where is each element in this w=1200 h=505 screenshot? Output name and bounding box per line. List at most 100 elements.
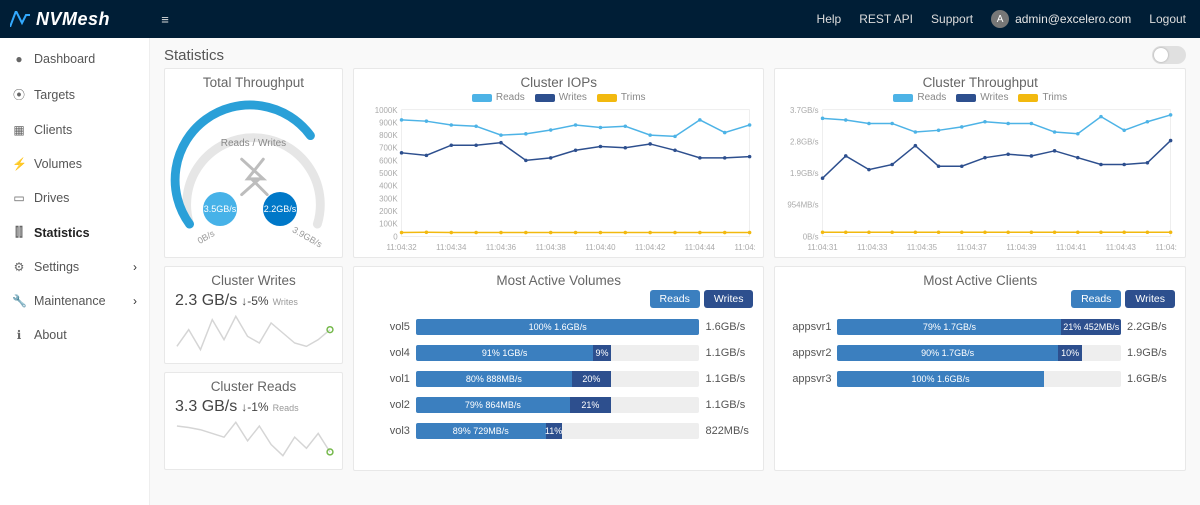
bar-value: 1.6GB/s [1127,373,1175,385]
sidebar-item-clients[interactable]: ▦Clients [0,113,149,147]
help-link[interactable]: Help [817,12,842,26]
svg-text:11:04:45: 11:04:45 [1156,243,1177,252]
svg-text:11:04:37: 11:04:37 [957,243,987,252]
bar-seg-reads: 80% 888MB/s [416,371,572,387]
page-title: Statistics [164,47,224,64]
sidebar-item-label: Targets [34,88,75,102]
sidebar-item-settings[interactable]: ⚙ Settings › [0,250,149,284]
sidebar-item-label: About [34,328,67,342]
bar-track: 100% 1.6GB/s [416,319,700,335]
svg-text:900K: 900K [379,118,398,127]
bar-track: 79% 864MB/s21% [416,397,700,413]
panel-title: Most Active Volumes [354,267,764,290]
bar-label: vol2 [364,399,410,411]
svg-text:11:04:33: 11:04:33 [858,243,889,252]
sidebar-item-statistics[interactable]: ⫿⫿ Statistics [0,215,149,250]
svg-text:11:04:44: 11:04:44 [685,243,716,252]
bar-seg-reads: 89% 729MB/s [416,423,546,439]
bar-label: vol1 [364,373,410,385]
svg-text:11:04:46: 11:04:46 [734,243,755,252]
bar-value: 1.1GB/s [705,347,753,359]
svg-text:11:04:34: 11:04:34 [436,243,467,252]
panel-total-throughput: Total Throughput Reads / Writes 3.5GB/s … [164,68,343,258]
svg-text:11:04:41: 11:04:41 [1057,243,1088,252]
svg-text:200K: 200K [379,207,398,216]
sidebar-item-maintenance[interactable]: 🔧Maintenance› [0,284,149,318]
logout-link[interactable]: Logout [1149,12,1186,26]
bar-value: 822MB/s [705,425,753,437]
bar-seg-writes: 20% [572,371,611,387]
topbar: NVMesh ≡ Help REST API Support A admin@e… [0,0,1200,38]
sidebar-item-label: Settings [34,260,79,274]
main: Statistics Total Throughput Reads / Writ… [150,38,1200,505]
panel-active-volumes: Most Active Volumes Reads Writes vol5 100… [353,266,765,471]
panel-cluster-iops: Cluster IOPs Reads Writes Trims 1000K900… [353,68,765,258]
bar-track: 79% 1.7GB/s21% 452MB/s [837,319,1121,335]
statistics-icon: ⫿⫿ [12,225,26,240]
live-toggle[interactable] [1152,46,1186,64]
gauge: Reads / Writes 3.5GB/s 2.2GB/s 0B/s 3.9G… [165,92,342,252]
gauge-reads-bubble: 3.5GB/s [203,192,237,226]
sidebar-item-targets[interactable]: ⦿ Targets [0,76,149,113]
bar-label: appsvr1 [785,321,831,333]
sidebar-item-dashboard[interactable]: ●Dashboard [0,42,149,76]
writes-toggle-btn[interactable]: Writes [704,290,754,308]
bar-track: 100% 1.6GB/s [837,371,1121,387]
panel-title: Cluster IOPs [354,69,764,92]
bar-label: appsvr2 [785,347,831,359]
svg-text:11:04:38: 11:04:38 [536,243,567,252]
writes-toggle-btn[interactable]: Writes [1125,290,1175,308]
svg-text:11:04:36: 11:04:36 [486,243,517,252]
panel-cluster-writes: Cluster Writes 2.3 GB/s ↓-5% Writes [164,266,343,364]
chevron-right-icon: › [133,260,137,274]
bar-row: appsvr1 79% 1.7GB/s21% 452MB/s 2.2GB/s [775,314,1185,340]
bar-track: 80% 888MB/s20% [416,371,700,387]
svg-text:0B/s: 0B/s [803,232,819,241]
sidebar-item-label: Volumes [34,157,82,171]
svg-text:11:04:32: 11:04:32 [386,243,416,252]
svg-text:600K: 600K [379,156,398,165]
bar-row: appsvr290% 1.7GB/s10%1.9GB/s [775,340,1185,366]
bar-value: 2.2GB/s [1127,321,1175,333]
bar-track: 89% 729MB/s11% [416,423,700,439]
panel-active-clients: Most Active Clients Reads Writes appsvr1… [774,266,1186,471]
svg-text:3.7GB/s: 3.7GB/s [790,106,819,115]
sidebar-item-drives[interactable]: ▭Drives [0,181,149,215]
panel-title: Cluster Writes [165,267,342,290]
rest-api-link[interactable]: REST API [859,12,913,26]
chart-ctp: 3.7GB/s2.8GB/s1.9GB/s954MB/s0B/s11:04:31… [783,105,1177,253]
sidebar-item-about[interactable]: ℹAbout [0,318,149,352]
bar-value: 1.1GB/s [705,399,753,411]
metric-value: 2.3 GB/s [175,292,237,310]
svg-text:2.8GB/s: 2.8GB/s [790,137,819,146]
svg-text:11:04:39: 11:04:39 [1007,243,1038,252]
sidebar-item-label: Dashboard [34,52,95,66]
sidebar-item-label: Statistics [34,226,90,240]
spark-writes [173,312,334,354]
bar-label: vol3 [364,425,410,437]
svg-text:11:04:40: 11:04:40 [585,243,616,252]
bar-label: vol5 [364,321,410,333]
sidebar-item-volumes[interactable]: ⚡ Volumes [0,147,149,181]
volumes-icon: ⚡ [12,157,26,171]
panel-title: Most Active Clients [775,267,1185,290]
reads-toggle-btn[interactable]: Reads [650,290,700,308]
targets-icon: ⦿ [12,86,26,103]
svg-text:1.9GB/s: 1.9GB/s [790,169,819,178]
svg-text:300K: 300K [379,194,398,203]
reads-toggle-btn[interactable]: Reads [1071,290,1121,308]
support-link[interactable]: Support [931,12,973,26]
gauge-writes-bubble: 2.2GB/s [263,192,297,226]
settings-icon: ⚙ [12,260,26,274]
top-links: Help REST API Support A admin@excelero.c… [817,10,1200,28]
bar-seg-reads: 100% 1.6GB/s [416,319,700,335]
menu-toggle-icon[interactable]: ≡ [150,12,180,27]
bar-seg-writes: 21% [570,397,611,413]
logo-icon [10,11,30,27]
metric-sub: Writes [273,297,298,307]
panel-title: Cluster Throughput [775,69,1185,92]
bar-row: vol2 79% 864MB/s21% 1.1GB/s [354,392,764,418]
user-menu[interactable]: A admin@excelero.com [991,10,1131,28]
svg-text:0: 0 [393,232,398,241]
bar-row: appsvr3100% 1.6GB/s1.6GB/s [775,366,1185,392]
